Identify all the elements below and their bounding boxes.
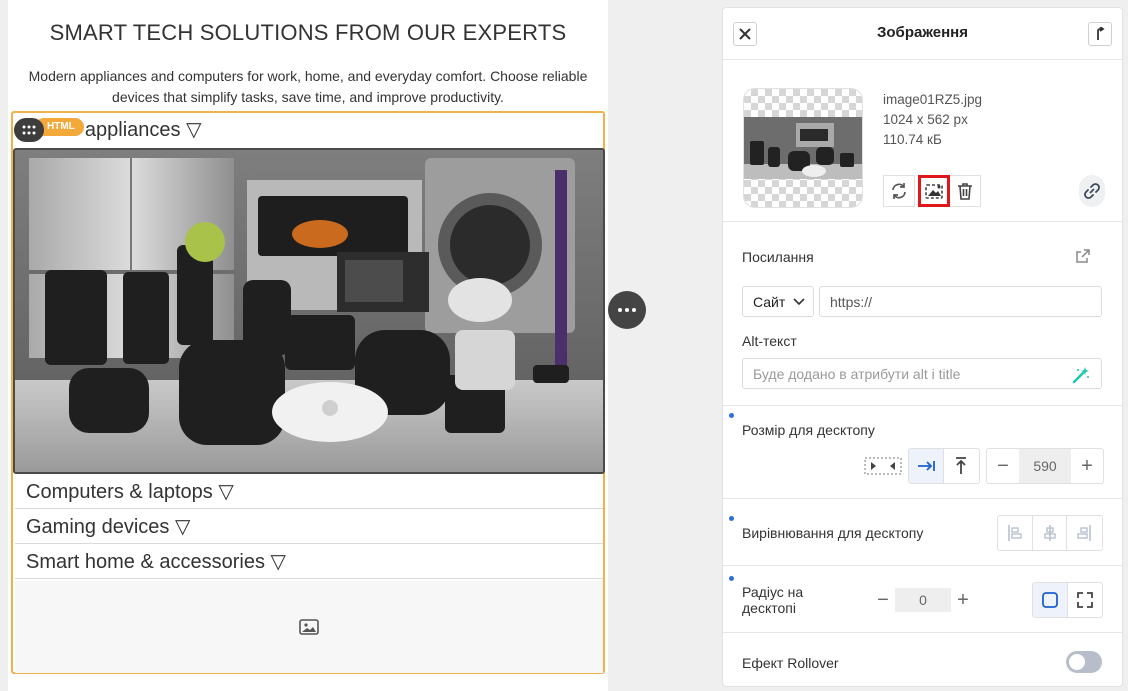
chevron-down-icon <box>793 298 805 306</box>
arrow-up-bar-icon <box>955 457 966 474</box>
decrement-button[interactable]: − <box>871 588 895 612</box>
increment-button[interactable]: + <box>951 588 975 612</box>
arrow-up-icon <box>1097 27 1105 40</box>
html-block-selected[interactable]: HTML Home appliances ▽ Computers & lapto… <box>11 111 605 674</box>
link-image-button[interactable] <box>1079 175 1105 207</box>
divider <box>723 498 1122 499</box>
image-thumbnail[interactable] <box>743 88 863 208</box>
url-placeholder: https:// <box>830 293 873 310</box>
image-filename: image01RZ5.jpg <box>883 92 983 107</box>
divider <box>723 565 1122 566</box>
radius-stepper[interactable]: − 0 + <box>871 588 975 612</box>
magic-wand-icon[interactable] <box>1072 366 1090 384</box>
radius-value[interactable]: 0 <box>895 588 951 612</box>
radius-mode-toggle[interactable] <box>1032 582 1103 618</box>
open-link-icon[interactable] <box>1075 248 1091 269</box>
individual-radius-button[interactable] <box>1067 583 1101 617</box>
width-stepper[interactable]: − 590 + <box>986 448 1104 484</box>
fit-width-button[interactable] <box>909 449 943 483</box>
changed-indicator <box>729 413 734 418</box>
image-meta: image01RZ5.jpg 1024 x 562 px 110.74 кБ <box>883 90 982 150</box>
accordion-computers[interactable]: Computers & laptops ▽ <box>15 475 603 509</box>
appliances-photo[interactable] <box>13 148 605 474</box>
delete-image-button[interactable] <box>949 175 981 207</box>
fit-height-button[interactable] <box>943 449 977 483</box>
rollover-toggle[interactable] <box>1066 651 1102 673</box>
corners-icon <box>1076 592 1093 608</box>
empty-image-slot[interactable] <box>15 581 603 673</box>
size-mode-toggle[interactable] <box>908 448 980 484</box>
move-up-button[interactable] <box>1088 22 1112 46</box>
protocol-value: Сайт <box>753 293 786 310</box>
more-dots-icon <box>618 308 636 312</box>
panel-title: Зображення <box>877 24 968 41</box>
refresh-icon <box>892 183 906 199</box>
align-right-button[interactable] <box>1066 516 1100 550</box>
align-center-button[interactable] <box>1032 516 1066 550</box>
align-center-icon <box>1043 525 1056 541</box>
changed-indicator <box>729 576 734 581</box>
link-label: Посилання <box>742 249 814 265</box>
drag-handle-icon[interactable] <box>14 118 44 142</box>
size-label: Розмір для десктопу <box>742 422 875 438</box>
align-left-button[interactable] <box>998 516 1032 550</box>
auto-size-icon[interactable] <box>864 457 902 480</box>
replace-image-button[interactable] <box>883 175 915 207</box>
more-options-button[interactable] <box>608 291 646 329</box>
accordion-gaming[interactable]: Gaming devices ▽ <box>15 510 603 544</box>
email-canvas: SMART TECH SOLUTIONS FROM OUR EXPERTS Mo… <box>8 0 608 691</box>
subtitle: Modern appliances and computers for work… <box>28 68 588 105</box>
divider <box>723 632 1122 633</box>
accordion-smart-home[interactable]: Smart home & accessories ▽ <box>15 545 603 579</box>
align-label: Вирівнювання для десктопу <box>742 525 924 541</box>
accordion-label: Computers & laptops ▽ <box>26 481 234 503</box>
image-dimensions: 1024 x 562 px <box>883 112 968 127</box>
trash-icon <box>958 183 972 200</box>
link-icon <box>1084 183 1100 199</box>
rollover-label: Ефект Rollover <box>742 655 839 671</box>
accordion-label: Gaming devices ▽ <box>26 516 191 538</box>
increment-button[interactable]: + <box>1071 449 1103 483</box>
image-placeholder-icon <box>299 619 319 635</box>
accordion-home-appliances[interactable]: Home appliances ▽ <box>15 113 603 148</box>
uniform-radius-button[interactable] <box>1033 583 1067 617</box>
align-right-icon <box>1076 525 1091 541</box>
alignment-toggle[interactable] <box>997 515 1103 551</box>
accordion-label: Smart home & accessories ▽ <box>26 551 286 573</box>
protocol-select[interactable]: Сайт <box>742 286 814 317</box>
panel-header: Зображення <box>723 8 1122 60</box>
rounded-square-icon <box>1042 592 1058 608</box>
edit-image-button[interactable] <box>918 175 950 207</box>
image-filesize: 110.74 кБ <box>883 132 942 147</box>
alt-placeholder: Буде додано в атрибути alt і title <box>753 365 961 382</box>
radius-label: Радіус на десктопі <box>742 584 804 616</box>
decrement-button[interactable]: − <box>987 449 1019 483</box>
width-value[interactable]: 590 <box>1019 449 1071 483</box>
changed-indicator <box>729 516 734 521</box>
alt-text-input[interactable]: Буде додано в атрибути alt і title <box>742 358 1102 389</box>
arrow-right-bar-icon <box>918 461 935 471</box>
image-settings-panel: Зображення image01RZ5.jpg 1024 x 562 px … <box>722 7 1123 687</box>
headline: SMART TECH SOLUTIONS FROM OUR EXPERTS <box>49 20 567 45</box>
divider <box>723 405 1122 406</box>
alt-label: Alt-текст <box>742 333 797 349</box>
url-input[interactable]: https:// <box>819 286 1102 317</box>
image-edit-icon <box>925 184 943 199</box>
toggle-knob <box>1069 654 1085 670</box>
image-info-section: image01RZ5.jpg 1024 x 562 px 110.74 кБ <box>723 60 1122 222</box>
align-left-icon <box>1008 525 1022 541</box>
